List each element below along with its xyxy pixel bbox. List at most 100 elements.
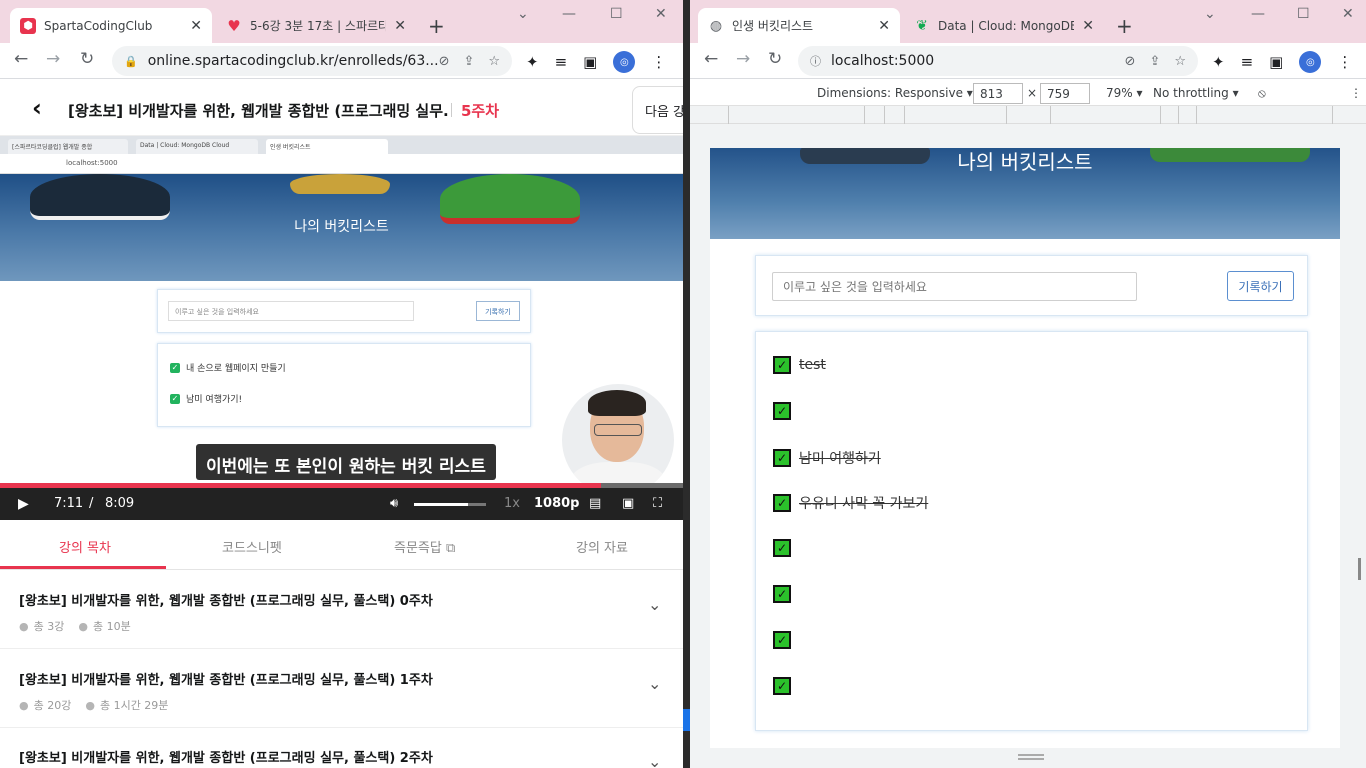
week-row[interactable]: [왕초보] 비개발자를 위한, 웹개발 종합반 (프로그래밍 실무, 풀스택) … <box>0 571 683 649</box>
address-bar[interactable]: ⓘ localhost:5000 ⊘ ⇪ ☆ <box>798 46 1198 76</box>
maximize-button[interactable]: ☐ <box>610 6 623 22</box>
puzzle-icon[interactable]: ✦ <box>526 53 539 71</box>
close-window-button[interactable]: ✕ <box>1342 6 1354 22</box>
quality-button[interactable]: 1080p <box>534 496 580 511</box>
back-arrow-icon[interactable]: ‹ <box>32 94 42 122</box>
share-icon[interactable]: ⇪ <box>1149 54 1160 69</box>
volume-slider[interactable] <box>414 503 486 506</box>
week-meta: 총 3강총 10분 <box>19 618 131 634</box>
speed-button[interactable]: 1x <box>504 496 520 511</box>
devtools-menu-icon[interactable]: ⋮ <box>1350 86 1362 100</box>
window-divider[interactable] <box>683 0 690 768</box>
chevron-down-icon[interactable]: ⌄ <box>648 674 661 693</box>
play-icon[interactable]: ▶ <box>18 496 29 512</box>
minimize-button[interactable]: — <box>562 6 576 22</box>
week-title: [왕초보] 비개발자를 위한, 웹개발 종합반 (프로그래밍 실무, 풀스택) … <box>19 594 433 609</box>
next-lecture-button[interactable]: 다음 강 <box>632 86 683 134</box>
media-query-ruler <box>690 106 1366 124</box>
menu-icon[interactable]: ⋮ <box>1337 53 1352 71</box>
media-icon[interactable]: ≡ <box>555 53 568 71</box>
back-icon[interactable]: ← <box>14 49 28 69</box>
close-icon[interactable]: ✕ <box>878 18 890 34</box>
bucket-input[interactable] <box>772 272 1137 301</box>
side-resize-handle[interactable] <box>1358 558 1361 580</box>
week-row[interactable]: [왕초보] 비개발자를 위한, 웹개발 종합반 (프로그래밍 실무, 풀스택) … <box>0 650 683 728</box>
menu-icon[interactable]: ⋮ <box>651 53 666 71</box>
eye-off-icon[interactable]: ⊘ <box>439 54 450 69</box>
dimensions-dropdown[interactable]: Dimensions: Responsive ▾ <box>817 86 973 100</box>
puzzle-icon[interactable]: ✦ <box>1212 53 1225 71</box>
chevron-down-icon[interactable]: ⌄ <box>1204 6 1216 22</box>
hero-banner: 나의 버킷리스트 <box>710 148 1340 239</box>
sidepanel-icon[interactable]: ▣ <box>1269 53 1283 71</box>
close-icon[interactable]: ✕ <box>394 18 406 34</box>
eye-off-icon[interactable]: ⊘ <box>1125 54 1136 69</box>
fullscreen-icon[interactable]: ⛶ <box>653 496 662 511</box>
zoom-dropdown[interactable]: 79% ▾ <box>1106 86 1143 100</box>
week-label: 5주차 <box>451 100 499 121</box>
active-tab-underline <box>0 566 166 569</box>
video-mini-url: localhost:5000 <box>0 154 683 174</box>
tab-strip: ⬢ SpartaCodingClub ✕ ♥ 5-6강 3분 17초 | 스파르… <box>0 0 683 43</box>
rotate-icon[interactable]: ⦸ <box>1258 86 1266 101</box>
new-tab-button[interactable]: + <box>1116 14 1133 38</box>
chevron-down-icon[interactable]: ⌄ <box>517 6 529 22</box>
volume-icon[interactable]: 🔊︎ <box>390 496 398 511</box>
dimension-separator: × <box>1027 86 1038 100</box>
week-row[interactable]: [왕초보] 비개발자를 위한, 웹개발 종합반 (프로그래밍 실무, 풀스택) … <box>0 728 683 768</box>
tab-mongodb[interactable]: ❦ Data | Cloud: MongoDB Cloud ✕ <box>904 8 1104 43</box>
avatar[interactable]: ◎ <box>1299 51 1322 73</box>
close-icon[interactable]: ✕ <box>190 18 202 34</box>
reload-icon[interactable]: ↻ <box>768 49 782 69</box>
resize-handle[interactable] <box>1018 754 1044 760</box>
checkbox-icon[interactable]: ✓ <box>773 356 791 374</box>
checkbox-icon[interactable]: ✓ <box>773 676 791 695</box>
star-icon[interactable]: ☆ <box>1174 54 1186 69</box>
tab-strip: ◍ 인생 버킷리스트 ✕ ❦ Data | Cloud: MongoDB Clo… <box>690 0 1366 43</box>
tab-spartacodingclub[interactable]: ⬢ SpartaCodingClub ✕ <box>10 8 212 43</box>
close-window-button[interactable]: ✕ <box>655 6 667 22</box>
checkbox-icon[interactable]: ✓ <box>773 401 791 420</box>
checkbox-icon[interactable]: ✓ <box>773 630 791 649</box>
tab-snippets[interactable]: 코드스니펫 <box>222 537 282 556</box>
checkbox-icon[interactable]: ✓ <box>773 585 791 603</box>
width-input[interactable]: 813 <box>973 83 1023 104</box>
maximize-button[interactable]: ☐ <box>1297 6 1310 22</box>
pip-icon[interactable]: ▣ <box>622 496 634 511</box>
bucket-item: ✓ 남미 여행하기 <box>773 448 881 468</box>
new-tab-button[interactable]: + <box>428 14 445 38</box>
bucket-item: ✓ 우유니 사막 꼭 가보기 <box>773 493 928 513</box>
share-icon[interactable]: ⇪ <box>463 54 474 69</box>
globe-icon: ◍ <box>709 17 723 34</box>
chevron-down-icon[interactable]: ⌄ <box>648 752 661 768</box>
reload-icon[interactable]: ↻ <box>80 49 94 69</box>
checkbox-icon[interactable]: ✓ <box>773 448 791 467</box>
captions-icon[interactable]: ▤ <box>589 496 601 511</box>
height-input[interactable]: 759 <box>1040 83 1090 104</box>
tab-lecture[interactable]: ♥ 5-6강 3분 17초 | 스파르타코딩클럽 ✕ <box>216 8 416 43</box>
tab-bucketlist[interactable]: ◍ 인생 버킷리스트 ✕ <box>698 8 900 43</box>
tab-materials[interactable]: 강의 자료 <box>576 537 628 556</box>
url-text: online.spartacodingclub.kr/enrolleds/63.… <box>147 53 439 69</box>
back-icon[interactable]: ← <box>704 49 718 69</box>
throttle-dropdown[interactable]: No throttling ▾ <box>1153 86 1239 100</box>
avatar[interactable]: ◎ <box>613 51 636 73</box>
chevron-down-icon[interactable]: ⌄ <box>648 595 661 614</box>
course-header: ‹ [왕초보] 비개발자를 위한, 웹개발 종합반 (프로그래밍 실무... 5… <box>0 80 683 136</box>
tab-toc[interactable]: 강의 목차 <box>59 537 111 556</box>
record-button[interactable]: 기록하기 <box>1227 271 1294 301</box>
media-icon[interactable]: ≡ <box>1241 53 1254 71</box>
bucket-item-text: 남미 여행하기 <box>799 450 881 467</box>
bucket-item-text: test <box>799 357 826 373</box>
forward-icon[interactable]: → <box>46 49 60 69</box>
tab-qna[interactable]: 즉문즉답 ⧉ <box>394 537 455 556</box>
checkbox-icon[interactable]: ✓ <box>773 494 791 513</box>
checkbox-icon[interactable]: ✓ <box>773 539 791 558</box>
sidepanel-icon[interactable]: ▣ <box>583 53 597 71</box>
address-bar[interactable]: 🔒 online.spartacodingclub.kr/enrolleds/6… <box>112 46 512 76</box>
minimize-button[interactable]: — <box>1251 6 1265 22</box>
star-icon[interactable]: ☆ <box>488 54 500 69</box>
close-icon[interactable]: ✕ <box>1082 18 1094 34</box>
forward-icon[interactable]: → <box>736 49 750 69</box>
video-player[interactable]: [스파르타코딩클럽] 웹개발 종합 Data | Cloud: MongoDB … <box>0 136 683 520</box>
